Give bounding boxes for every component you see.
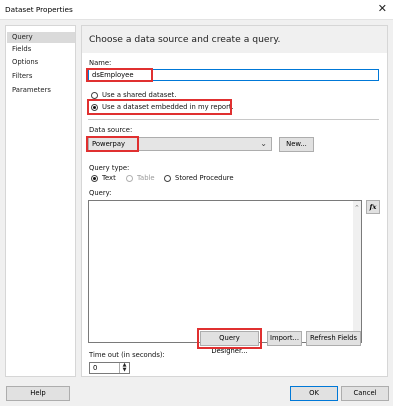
query-type-table-label: Table <box>137 174 155 182</box>
import-button[interactable]: Import... <box>267 331 302 346</box>
timeout-label: Time out (in seconds): <box>89 351 165 359</box>
page-title: Choose a data source and create a query. <box>89 34 281 45</box>
help-button[interactable]: Help <box>6 386 70 401</box>
query-label: Query: <box>89 189 112 197</box>
embedded-highlight <box>87 99 232 115</box>
sidebar-item-fields[interactable]: Fields <box>7 44 75 55</box>
query-type-text-radio[interactable] <box>91 175 98 182</box>
expression-fx-button[interactable]: fx <box>366 200 380 214</box>
query-type-table-radio <box>126 175 133 182</box>
query-scrollbar[interactable]: ⌃ ⌄ <box>353 201 361 342</box>
name-highlight <box>86 68 153 82</box>
main-panel: Choose a data source and create a query.… <box>81 25 388 377</box>
shared-dataset-label: Use a shared dataset. <box>102 91 177 99</box>
spinner-arrows[interactable]: ▲ ▼ <box>119 363 129 373</box>
separator <box>88 119 379 120</box>
datasource-highlight <box>86 136 139 152</box>
query-type-sp-label: Stored Procedure <box>175 174 234 182</box>
scroll-up-icon[interactable]: ⌃ <box>354 203 360 214</box>
title-bar: Dataset Properties ✕ <box>0 0 393 20</box>
ok-button[interactable]: OK <box>290 386 338 401</box>
cancel-button[interactable]: Cancel <box>341 386 389 401</box>
sidebar-item-query[interactable]: Query <box>7 32 75 43</box>
spinner-down-icon[interactable]: ▼ <box>120 368 129 373</box>
query-type-label: Query type: <box>89 164 130 172</box>
name-label: Name: <box>89 59 112 67</box>
shared-dataset-radio[interactable] <box>91 92 98 99</box>
query-designer-highlight <box>197 328 262 349</box>
timeout-value: 0 <box>93 364 98 372</box>
sidebar-item-parameters[interactable]: Parameters <box>7 85 75 96</box>
new-datasource-button[interactable]: New... <box>279 137 314 152</box>
close-icon[interactable]: ✕ <box>378 2 387 15</box>
refresh-fields-button[interactable]: Refresh Fields <box>306 331 361 346</box>
sidebar: Query Fields Options Filters Parameters <box>5 25 76 377</box>
query-textarea[interactable]: ⌃ ⌄ <box>88 200 362 343</box>
sidebar-item-filters[interactable]: Filters <box>7 71 75 82</box>
sidebar-item-options[interactable]: Options <box>7 57 75 68</box>
timeout-spinner[interactable]: 0 ▲ ▼ <box>89 362 130 374</box>
datasource-label: Data source: <box>89 126 133 134</box>
window-title: Dataset Properties <box>5 5 73 14</box>
page-header: Choose a data source and create a query. <box>82 26 387 53</box>
chevron-down-icon: ⌄ <box>260 139 267 148</box>
query-type-sp-radio[interactable] <box>164 175 171 182</box>
query-type-text-label: Text <box>102 174 116 182</box>
